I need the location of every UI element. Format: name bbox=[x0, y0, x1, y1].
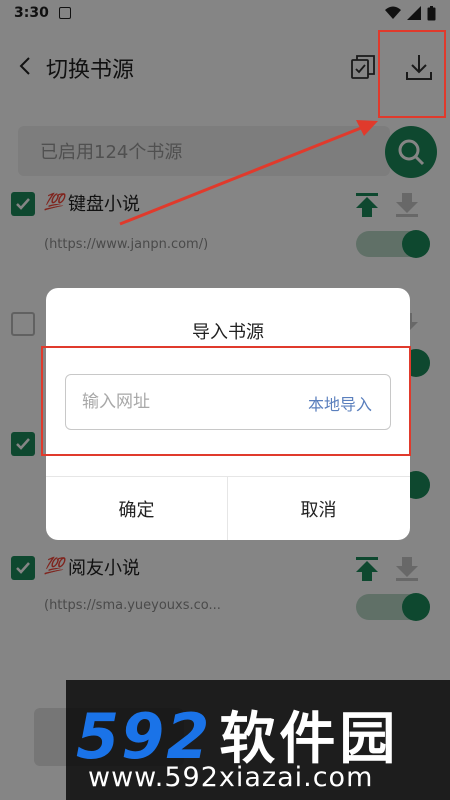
download-highlight-box bbox=[378, 30, 446, 118]
confirm-button[interactable]: 确定 bbox=[46, 477, 227, 540]
input-highlight-box bbox=[41, 346, 411, 456]
cancel-button[interactable]: 取消 bbox=[228, 477, 409, 540]
watermark-url: www.592xiazai.com bbox=[88, 762, 374, 793]
watermark-banner: 592 软件园 www.592xiazai.com bbox=[66, 680, 450, 800]
dialog-title: 导入书源 bbox=[192, 322, 264, 343]
